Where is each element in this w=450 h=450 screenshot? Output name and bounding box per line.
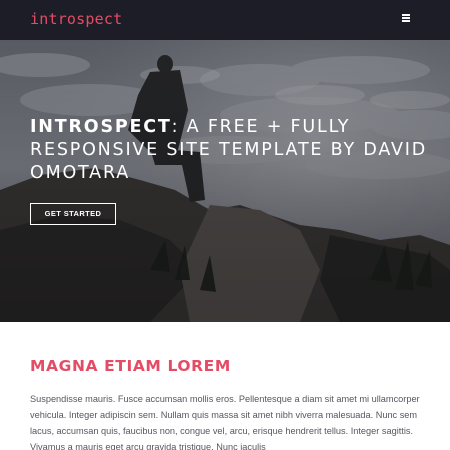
main-content: Magna Etiam Lorem Suspendisse mauris. Fu… bbox=[0, 322, 450, 450]
hero-title: Introspect: A free + fully responsive si… bbox=[30, 116, 430, 185]
hero-title-bold: Introspect bbox=[30, 117, 172, 137]
section-body-text: Suspendisse mauris. Fusce accumsan molli… bbox=[30, 394, 420, 450]
brand-logo[interactable]: introspect bbox=[30, 10, 122, 28]
get-started-button[interactable]: Get Started bbox=[30, 203, 116, 225]
hamburger-menu-icon[interactable] bbox=[402, 14, 412, 24]
site-header: introspect bbox=[0, 0, 450, 40]
hero-banner: Introspect: A free + fully responsive si… bbox=[0, 40, 450, 322]
section-heading: Magna Etiam Lorem bbox=[30, 357, 231, 375]
page: introspect INTROSPECT: A FREE + FULLY RE… bbox=[0, 0, 450, 450]
